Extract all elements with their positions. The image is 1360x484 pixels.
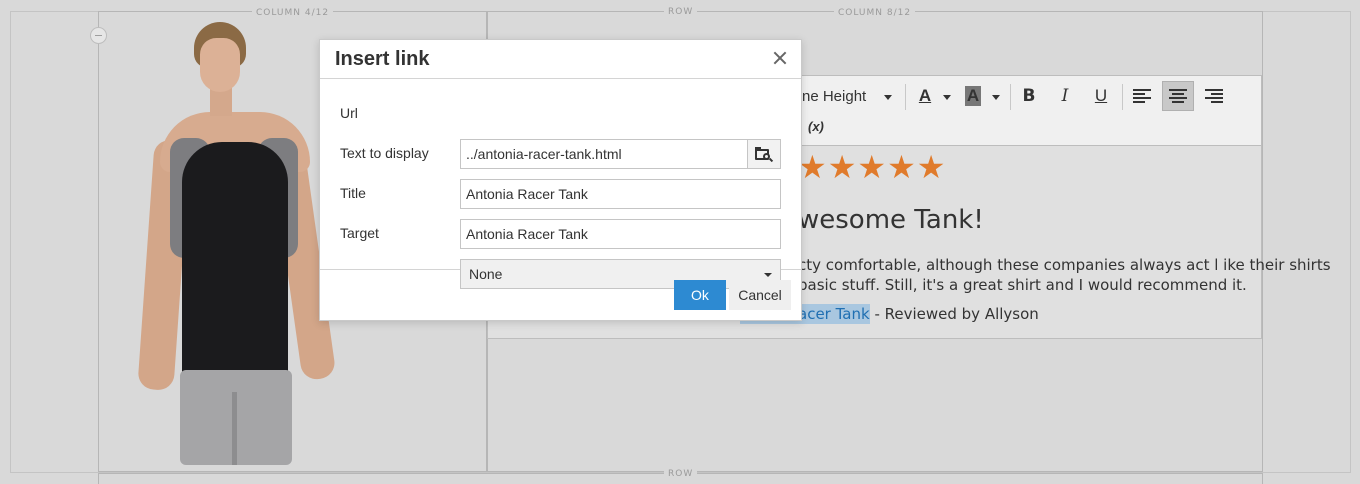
browse-icon bbox=[755, 146, 774, 162]
browse-button[interactable] bbox=[747, 139, 781, 169]
align-right-icon[interactable] bbox=[1198, 81, 1230, 111]
dialog-footer: Ok Cancel bbox=[320, 271, 801, 321]
product-model-image bbox=[137, 20, 337, 465]
row-label-top: ROW bbox=[664, 7, 698, 17]
review-body: cty comfortable, although these companie… bbox=[798, 255, 1331, 295]
dialog-header: Insert link bbox=[320, 40, 801, 79]
text-to-display-input[interactable] bbox=[460, 179, 781, 209]
title-input[interactable] bbox=[460, 219, 781, 249]
align-center-icon[interactable] bbox=[1162, 81, 1194, 111]
column-resize-handle[interactable] bbox=[90, 27, 107, 44]
review-byline: - Reviewed by Allyson bbox=[869, 305, 1039, 323]
ok-button[interactable]: Ok bbox=[674, 280, 726, 310]
review-title: wesome Tank! bbox=[798, 205, 984, 235]
cancel-button[interactable]: Cancel bbox=[729, 280, 791, 310]
bold-icon[interactable]: B bbox=[1013, 81, 1045, 111]
review-body-line-1: cty comfortable, although these companie… bbox=[798, 256, 1331, 274]
background-color-icon[interactable]: A bbox=[957, 81, 989, 111]
font-color-icon[interactable]: A bbox=[909, 81, 941, 111]
dialog-title: Insert link bbox=[335, 48, 430, 70]
background-color-chevron-down-icon[interactable] bbox=[992, 95, 1000, 100]
url-input[interactable] bbox=[460, 139, 748, 169]
italic-icon[interactable]: I bbox=[1049, 81, 1081, 111]
close-icon[interactable] bbox=[769, 47, 791, 69]
rating-stars: ★★★★★ bbox=[798, 148, 947, 186]
insert-variable-icon[interactable]: (x) bbox=[808, 119, 824, 134]
text-to-display-label: Text to display bbox=[340, 145, 429, 161]
target-label: Target bbox=[340, 225, 379, 241]
title-label: Title bbox=[340, 185, 366, 201]
underline-icon[interactable]: U bbox=[1085, 81, 1117, 111]
column-right-label: COLUMN 8/12 bbox=[834, 8, 916, 18]
font-color-chevron-down-icon[interactable] bbox=[943, 95, 951, 100]
chevron-down-icon[interactable] bbox=[884, 95, 892, 100]
insert-link-dialog: Insert link Url Text to display Title Ta… bbox=[319, 39, 802, 321]
url-label: Url bbox=[340, 105, 358, 121]
align-left-icon[interactable] bbox=[1126, 81, 1158, 111]
dialog-body: Url Text to display Title Target None bbox=[320, 80, 801, 289]
line-height-dropdown[interactable]: ne Height bbox=[802, 88, 866, 105]
column-left-label: COLUMN 4/12 bbox=[252, 8, 334, 18]
review-body-line-2: basic stuff. Still, it's a great shirt a… bbox=[798, 276, 1247, 294]
row-label-bottom: ROW bbox=[664, 469, 698, 479]
